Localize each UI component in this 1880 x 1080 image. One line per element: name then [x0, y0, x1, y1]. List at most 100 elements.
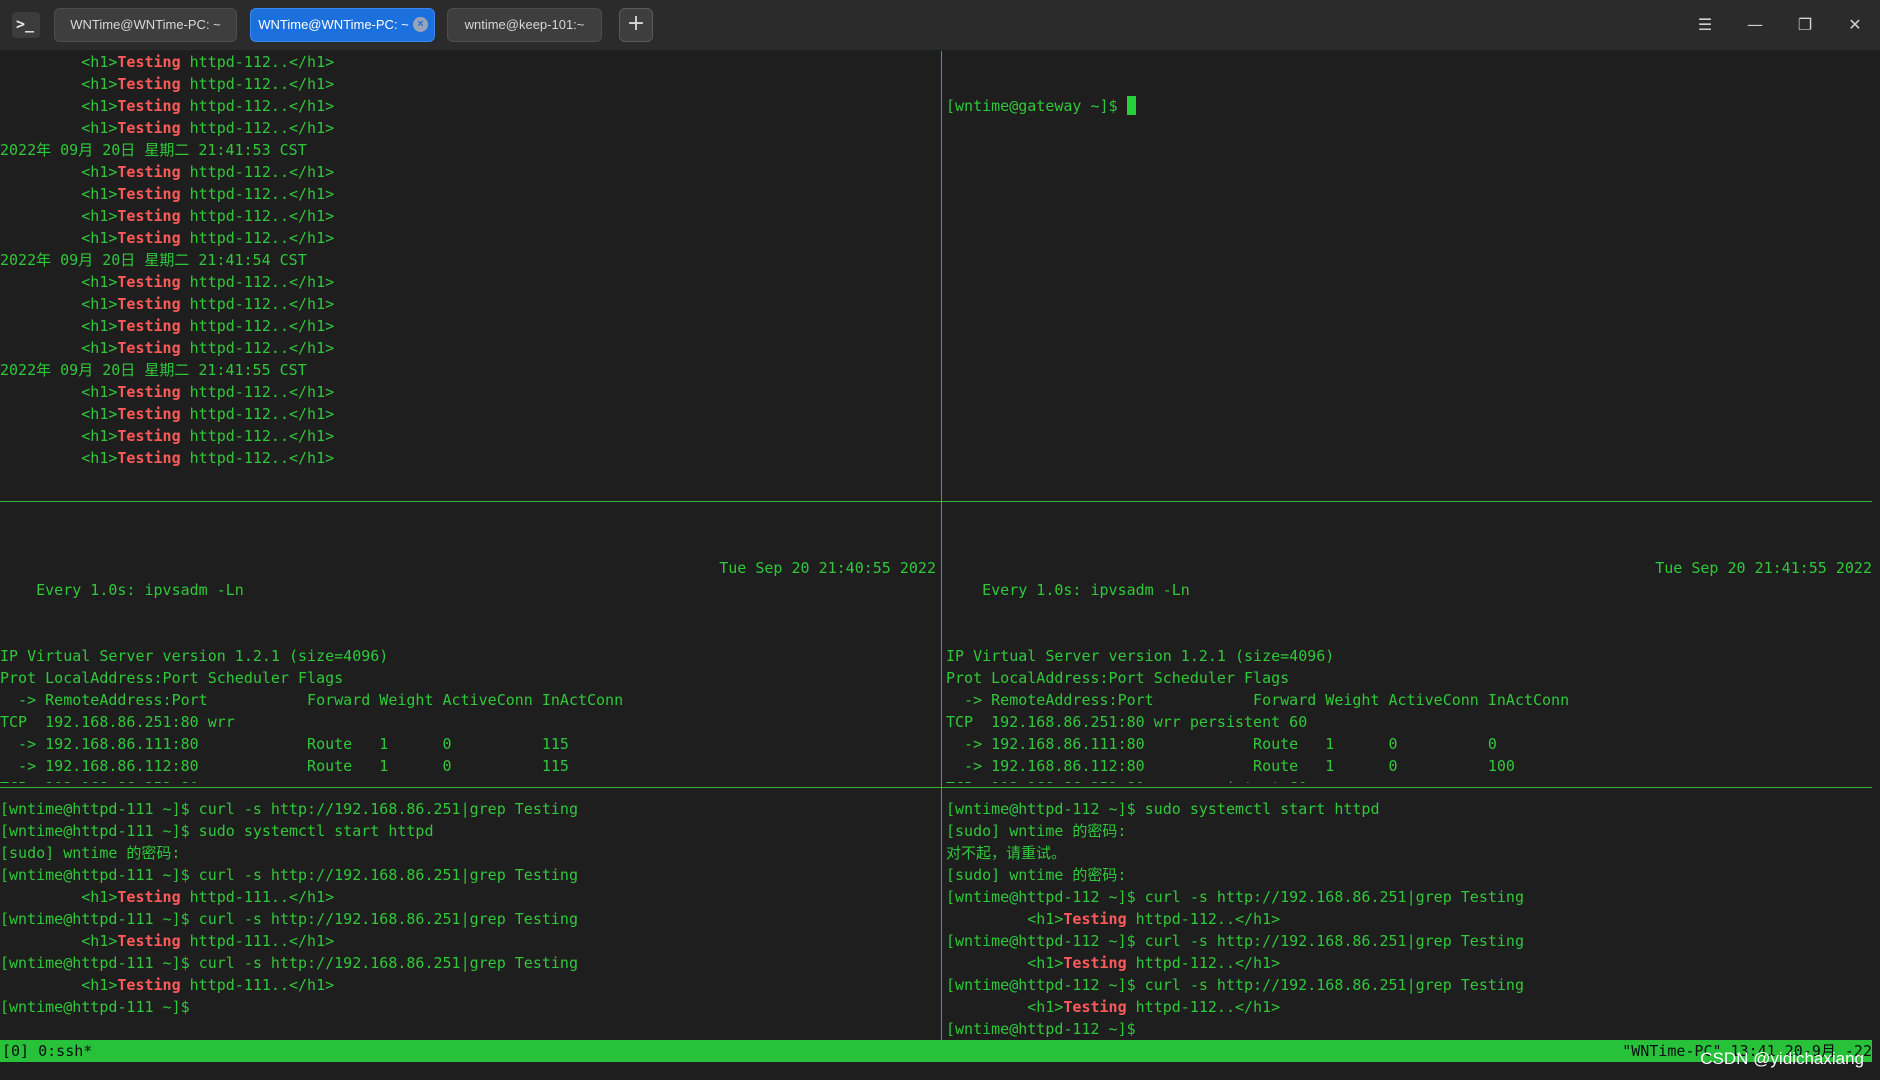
terminal-line: <h1>Testing httpd-112..</h1>: [0, 183, 939, 205]
watch-header: Every 1.0s: ipvsadm -Ln Tue Sep 20 21:40…: [0, 557, 939, 599]
grep-match: Testing: [117, 383, 181, 401]
grep-match: Testing: [117, 273, 181, 291]
line-text: <h1>: [0, 53, 118, 71]
terminal-line: Prot LocalAddress:Port Scheduler Flags: [0, 667, 939, 689]
line-text: httpd-112..</h1>: [1126, 954, 1281, 972]
terminal-line: [wntime@httpd-111 ~]$ curl -s http://192…: [0, 908, 939, 930]
line-text: <h1>: [0, 229, 118, 247]
terminal-line: <h1>Testing httpd-111..</h1>: [0, 974, 939, 996]
line-text: [wntime@httpd-111 ~]$ curl -s http://192…: [0, 910, 578, 928]
pane-divider-bottom[interactable]: [0, 787, 1872, 788]
terminal-line: <h1>Testing httpd-112..</h1>: [0, 315, 939, 337]
grep-match: Testing: [117, 163, 181, 181]
line-text: -> RemoteAddress:Port Forward Weight Act…: [946, 691, 1570, 709]
line-text: <h1>: [0, 932, 118, 950]
terminal-line: TCP 192.168.86.252:80 wrr: [0, 777, 939, 783]
terminal-line: <h1>Testing httpd-112..</h1>: [0, 381, 939, 403]
pane-top-left[interactable]: <h1>Testing httpd-112..</h1> <h1>Testing…: [0, 51, 939, 498]
terminal-line: [wntime@httpd-112 ~]$ curl -s http://192…: [946, 930, 1872, 952]
line-text: 2022年 09月 20日 星期二 21:41:53 CST: [0, 141, 307, 159]
tab-label: wntime@keep-101:~: [464, 17, 585, 32]
minimize-icon[interactable]: —: [1743, 13, 1767, 37]
grep-match: Testing: [1063, 910, 1127, 928]
line-text: [sudo] wntime 的密码:: [946, 822, 1127, 840]
line-text: <h1>: [0, 888, 118, 906]
terminal-line: 对不起，请重试。: [946, 842, 1872, 864]
grep-match: Testing: [1063, 954, 1127, 972]
maximize-icon[interactable]: ❐: [1793, 13, 1817, 37]
terminal-line: [sudo] wntime 的密码:: [946, 820, 1872, 842]
line-text: -> 192.168.86.111:80 Route 1 0 115: [0, 735, 569, 753]
pane-httpd-111[interactable]: [wntime@httpd-111 ~]$ curl -s http://192…: [0, 798, 939, 1040]
terminal-line: <h1>Testing httpd-112..</h1>: [946, 908, 1872, 930]
title-bar: >_ WNTime@WNTime-PC: ~ WNTime@WNTime-PC:…: [0, 0, 1880, 50]
grep-match: Testing: [117, 932, 181, 950]
terminal-icon[interactable]: >_: [12, 12, 40, 38]
pane-watch-right[interactable]: Every 1.0s: ipvsadm -Ln Tue Sep 20 21:41…: [946, 513, 1872, 783]
grep-match: Testing: [117, 75, 181, 93]
line-text: <h1>: [946, 910, 1064, 928]
terminal-line: -> 192.168.86.111:80 Route 1 0 115: [0, 733, 939, 755]
terminal-line: TCP 192.168.86.252:80 wrr persistent 60: [946, 777, 1872, 783]
pane-divider-vertical[interactable]: [941, 51, 942, 1040]
terminal-line: [wntime@httpd-112 ~]$ curl -s http://192…: [946, 886, 1872, 908]
line-text: httpd-112..</h1>: [180, 75, 335, 93]
line-text: TCP 192.168.86.252:80 wrr persistent 60: [946, 779, 1307, 783]
terminal-line: <h1>Testing httpd-112..</h1>: [0, 227, 939, 249]
terminal-line: Prot LocalAddress:Port Scheduler Flags: [946, 667, 1872, 689]
terminal-line: 2022年 09月 20日 星期二 21:41:54 CST: [0, 249, 939, 271]
tab-keep-101[interactable]: wntime@keep-101:~: [447, 8, 602, 42]
line-text: <h1>: [0, 383, 118, 401]
line-text: [sudo] wntime 的密码:: [0, 844, 181, 862]
line-text: 对不起，请重试。: [946, 844, 1067, 862]
tab-label: WNTime@WNTime-PC: ~: [70, 17, 221, 32]
line-text: httpd-111..</h1>: [180, 888, 335, 906]
terminal-line: <h1>Testing httpd-112..</h1>: [0, 447, 939, 469]
close-window-icon[interactable]: ✕: [1843, 13, 1867, 37]
new-tab-button[interactable]: +: [619, 8, 653, 42]
line-text: <h1>: [0, 339, 118, 357]
line-text: <h1>: [0, 976, 118, 994]
line-text: <h1>: [0, 295, 118, 313]
terminal-line: <h1>Testing httpd-112..</h1>: [0, 205, 939, 227]
line-text: httpd-111..</h1>: [180, 932, 335, 950]
terminal-line: -> 192.168.86.111:80 Route 1 0 0: [946, 733, 1872, 755]
line-text: [wntime@httpd-112 ~]$ sudo systemctl sta…: [946, 800, 1380, 818]
ipvsadm-output: IP Virtual Server version 1.2.1 (size=40…: [946, 623, 1872, 783]
terminal-line: [wntime@httpd-112 ~]$: [946, 1018, 1872, 1040]
pane-divider-top[interactable]: [0, 501, 1872, 502]
terminal-line: -> 192.168.86.112:80 Route 1 0 100: [946, 755, 1872, 777]
pane-watch-left[interactable]: Every 1.0s: ipvsadm -Ln Tue Sep 20 21:40…: [0, 513, 939, 783]
terminal-line: 2022年 09月 20日 星期二 21:41:53 CST: [0, 139, 939, 161]
line-text: -> 192.168.86.112:80 Route 1 0 115: [0, 757, 569, 775]
line-text: <h1>: [0, 449, 118, 467]
watch-header: Every 1.0s: ipvsadm -Ln Tue Sep 20 21:41…: [946, 557, 1872, 599]
grep-match: Testing: [117, 185, 181, 203]
tab-wntime-pc-2-active[interactable]: WNTime@WNTime-PC: ~ ×: [250, 8, 435, 42]
line-text: TCP 192.168.86.252:80 wrr: [0, 779, 235, 783]
terminal-line: <h1>Testing httpd-112..</h1>: [0, 337, 939, 359]
close-tab-icon[interactable]: ×: [413, 17, 428, 32]
tmux-status-bar: [0] 0:ssh* "WNTime-PC" 13:41 20-9月 -22: [0, 1040, 1872, 1062]
terminal-line: [sudo] wntime 的密码:: [946, 864, 1872, 886]
line-text: <h1>: [0, 119, 118, 137]
tab-wntime-pc-1[interactable]: WNTime@WNTime-PC: ~: [54, 8, 237, 42]
grep-match: Testing: [117, 449, 181, 467]
menu-icon[interactable]: ☰: [1693, 13, 1717, 37]
line-text: 2022年 09月 20日 星期二 21:41:55 CST: [0, 361, 307, 379]
terminal-line: <h1>Testing httpd-111..</h1>: [0, 886, 939, 908]
terminal-line: <h1>Testing httpd-112..</h1>: [0, 425, 939, 447]
pane-httpd-112[interactable]: [wntime@httpd-112 ~]$ sudo systemctl sta…: [946, 798, 1872, 1040]
grep-match: Testing: [117, 317, 181, 335]
line-text: <h1>: [0, 207, 118, 225]
terminal-line: <h1>Testing httpd-112..</h1>: [0, 403, 939, 425]
line-text: httpd-112..</h1>: [180, 53, 335, 71]
line-text: <h1>: [0, 273, 118, 291]
line-text: [sudo] wntime 的密码:: [946, 866, 1127, 884]
pane-top-right[interactable]: [wntime@gateway ~]$: [946, 51, 1872, 498]
watch-command: Every 1.0s: ipvsadm -Ln: [36, 581, 244, 599]
grep-match: Testing: [1063, 998, 1127, 1016]
tmux-window-list[interactable]: [0] 0:ssh*: [2, 1040, 92, 1062]
line-text: <h1>: [0, 185, 118, 203]
